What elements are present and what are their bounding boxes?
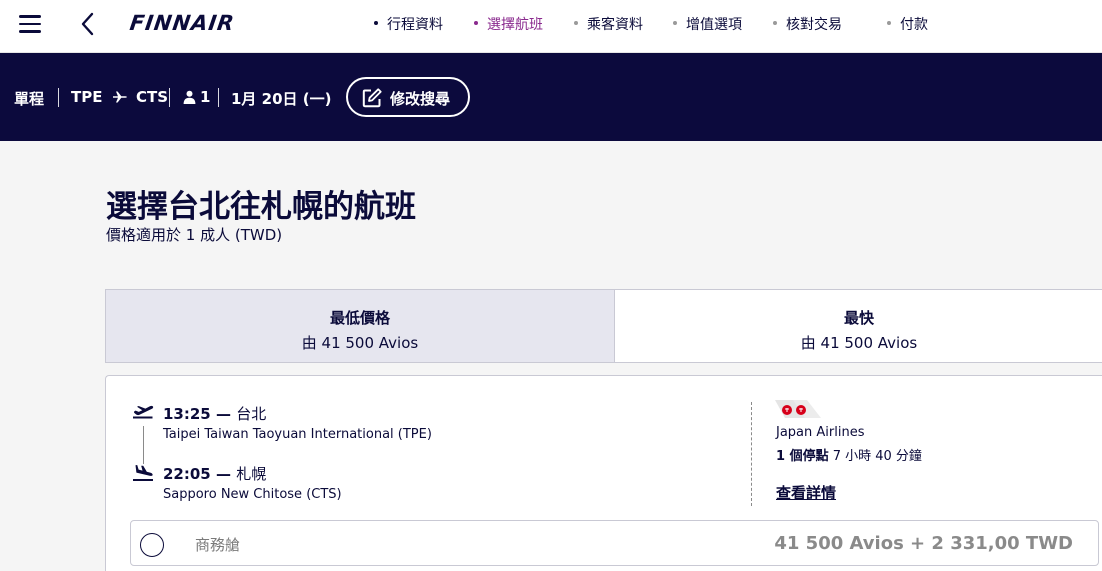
step-label: 乘客資料 [587,17,643,33]
tab-price: 由 41 500 Avios [800,334,918,352]
japan-airlines-logo-icon [775,400,821,418]
passenger-count: 1 [183,88,210,106]
arrival-time: 22:05 — [163,465,231,483]
sort-tabs: 最低價格 由 41 500 Avios 最快 由 41 500 Avios [105,289,1102,363]
view-details-link[interactable]: 查看詳情 [776,482,836,503]
duration: 7 小時 40 分鐘 [832,449,922,464]
modify-search-button[interactable]: 修改搜尋 [346,77,470,117]
origin-code: TPE [71,88,103,106]
departure-airport: Taipei Taiwan Taoyuan International (TPE… [163,427,432,442]
step-passengers[interactable]: 乘客資料 [574,14,643,34]
route: TPE CTS [71,88,168,106]
modify-search-label: 修改搜尋 [390,91,451,108]
person-icon [183,90,196,104]
tab-fastest[interactable]: 最快 由 41 500 Avios [615,290,1102,362]
step-label: 增值選項 [686,17,742,33]
step-review[interactable]: 核對交易 [773,14,842,34]
step-label: 選擇航班 [487,17,543,33]
top-bar: FINNAIR 行程資料 選擇航班 乘客資料 增值選項 核對交易 付款 [0,0,1102,53]
fare-class: 商務艙 [195,536,241,554]
separator [169,88,170,107]
step-select-flight[interactable]: 選擇航班 [474,14,543,34]
stops: 1 個停點 [776,449,829,464]
search-summary-bar: 單程 TPE CTS 1 1月 20日 (一) 修改搜尋 [0,53,1102,141]
menu-icon[interactable] [19,15,41,33]
step-label: 付款 [900,17,928,33]
fare-price: 41 500 Avios + 2 331,00 TWD [774,533,1073,554]
passenger-count-value: 1 [200,88,211,106]
finnair-logo[interactable]: FINNAIR [128,11,236,35]
departure-time: 13:25 — [163,405,231,423]
landing-icon [133,465,153,481]
edit-icon [362,88,382,108]
trip-type: 單程 [14,90,45,108]
separator [58,88,59,107]
arrival: 22:05 — 札幌 [163,463,266,484]
step-label: 行程資料 [387,17,443,33]
arrival-airport: Sapporo New Chitose (CTS) [163,487,342,502]
destination-code: CTS [135,88,168,106]
plane-icon [112,91,127,103]
fare-option-business[interactable]: 商務艙 41 500 Avios + 2 331,00 TWD [130,520,1099,566]
step-trip-details[interactable]: 行程資料 [374,14,443,34]
travel-date: 1月 20日 (一) [231,90,332,108]
main-content: 選擇台北往札幌的航班 價格適用於 1 成人 (TWD) 最低價格 由 41 50… [0,141,1102,571]
fare-radio[interactable] [140,533,164,557]
page-title: 選擇台北往札幌的航班 [106,189,416,225]
step-extras[interactable]: 增值選項 [673,14,742,34]
back-arrow-icon[interactable] [78,12,98,36]
card-divider [751,402,752,506]
tab-price: 由 41 500 Avios [301,334,419,352]
step-payment[interactable]: 付款 [887,14,928,34]
tab-label: 最快 [843,309,874,327]
arrival-city: 札幌 [236,465,267,483]
airline-name: Japan Airlines [776,425,865,440]
page-subtitle: 價格適用於 1 成人 (TWD) [106,226,283,244]
route-line [143,426,144,464]
tab-lowest-price[interactable]: 最低價格 由 41 500 Avios [106,290,615,362]
step-label: 核對交易 [786,17,842,33]
departure-city: 台北 [236,405,267,423]
takeoff-icon [133,405,154,419]
separator [218,88,219,107]
stops-duration: 1 個停點 7 小時 40 分鐘 [776,445,922,464]
tab-label: 最低價格 [329,309,390,327]
flight-card: 13:25 — 台北 Taipei Taiwan Taoyuan Interna… [105,375,1102,571]
departure: 13:25 — 台北 [163,403,266,424]
